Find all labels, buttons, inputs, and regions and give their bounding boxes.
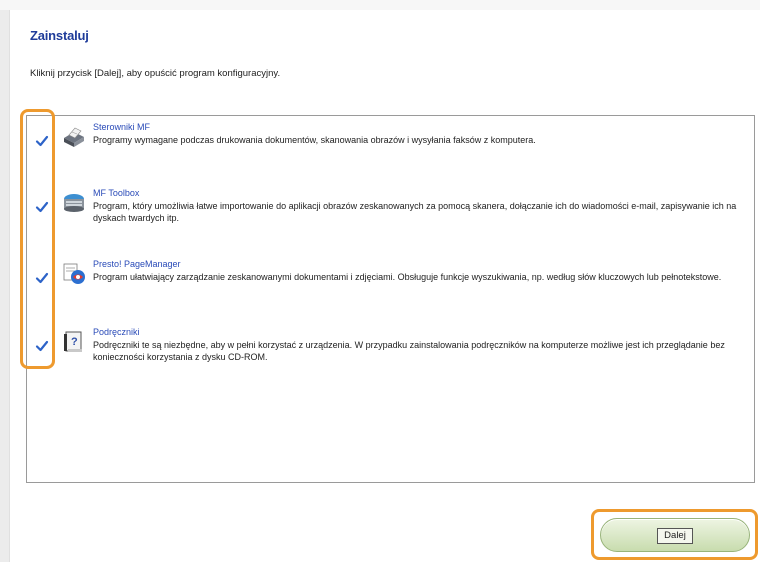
list-item-mf-toolbox: MF Toolbox Program, który umożliwia łatw… [27, 186, 755, 246]
next-button-label: Dalej [657, 528, 693, 544]
scanner-icon [64, 194, 84, 212]
svg-text:?: ? [71, 336, 78, 348]
page-title: Zainstaluj [30, 28, 89, 43]
page-manager-icon [63, 263, 85, 284]
list-item-manuals: ? Podręczniki Podręczniki te są niezbędn… [27, 325, 755, 385]
window-left-edge [0, 10, 10, 562]
list-item-presto-pagemanager: Presto! PageManager Program ułatwiający … [27, 257, 755, 317]
item-description-mf-drivers: Programy wymagane podczas drukowania dok… [93, 135, 536, 145]
item-name-mf-toolbox: MF Toolbox [93, 188, 140, 198]
item-name-manuals: Podręczniki [93, 327, 140, 337]
manual-book-icon: ? [64, 331, 82, 352]
item-description-manuals: Podręczniki te są niezbędne, aby w pełni… [93, 340, 725, 362]
item-description-presto-pagemanager: Program ułatwiający zarządzanie zeskanow… [93, 272, 722, 282]
components-list: Sterowniki MF Programy wymagane podczas … [26, 115, 755, 483]
installer-window: Zainstaluj Kliknij przycisk [Dalej], aby… [0, 0, 760, 562]
window-top-edge [0, 0, 760, 10]
checkmark-icon[interactable] [35, 134, 49, 148]
instruction-text: Kliknij przycisk [Dalej], aby opuścić pr… [30, 68, 281, 79]
printer-icon [64, 127, 84, 147]
next-button[interactable]: Dalej [600, 518, 750, 552]
list-item-mf-drivers: Sterowniki MF Programy wymagane podczas … [27, 120, 755, 180]
checkmark-icon[interactable] [35, 339, 49, 353]
item-description-mf-toolbox: Program, który umożliwia łatwe importowa… [93, 201, 737, 223]
checkmark-icon[interactable] [35, 200, 49, 214]
item-name-presto-pagemanager: Presto! PageManager [93, 259, 181, 269]
checkmark-icon[interactable] [35, 271, 49, 285]
item-name-mf-drivers: Sterowniki MF [93, 122, 151, 132]
